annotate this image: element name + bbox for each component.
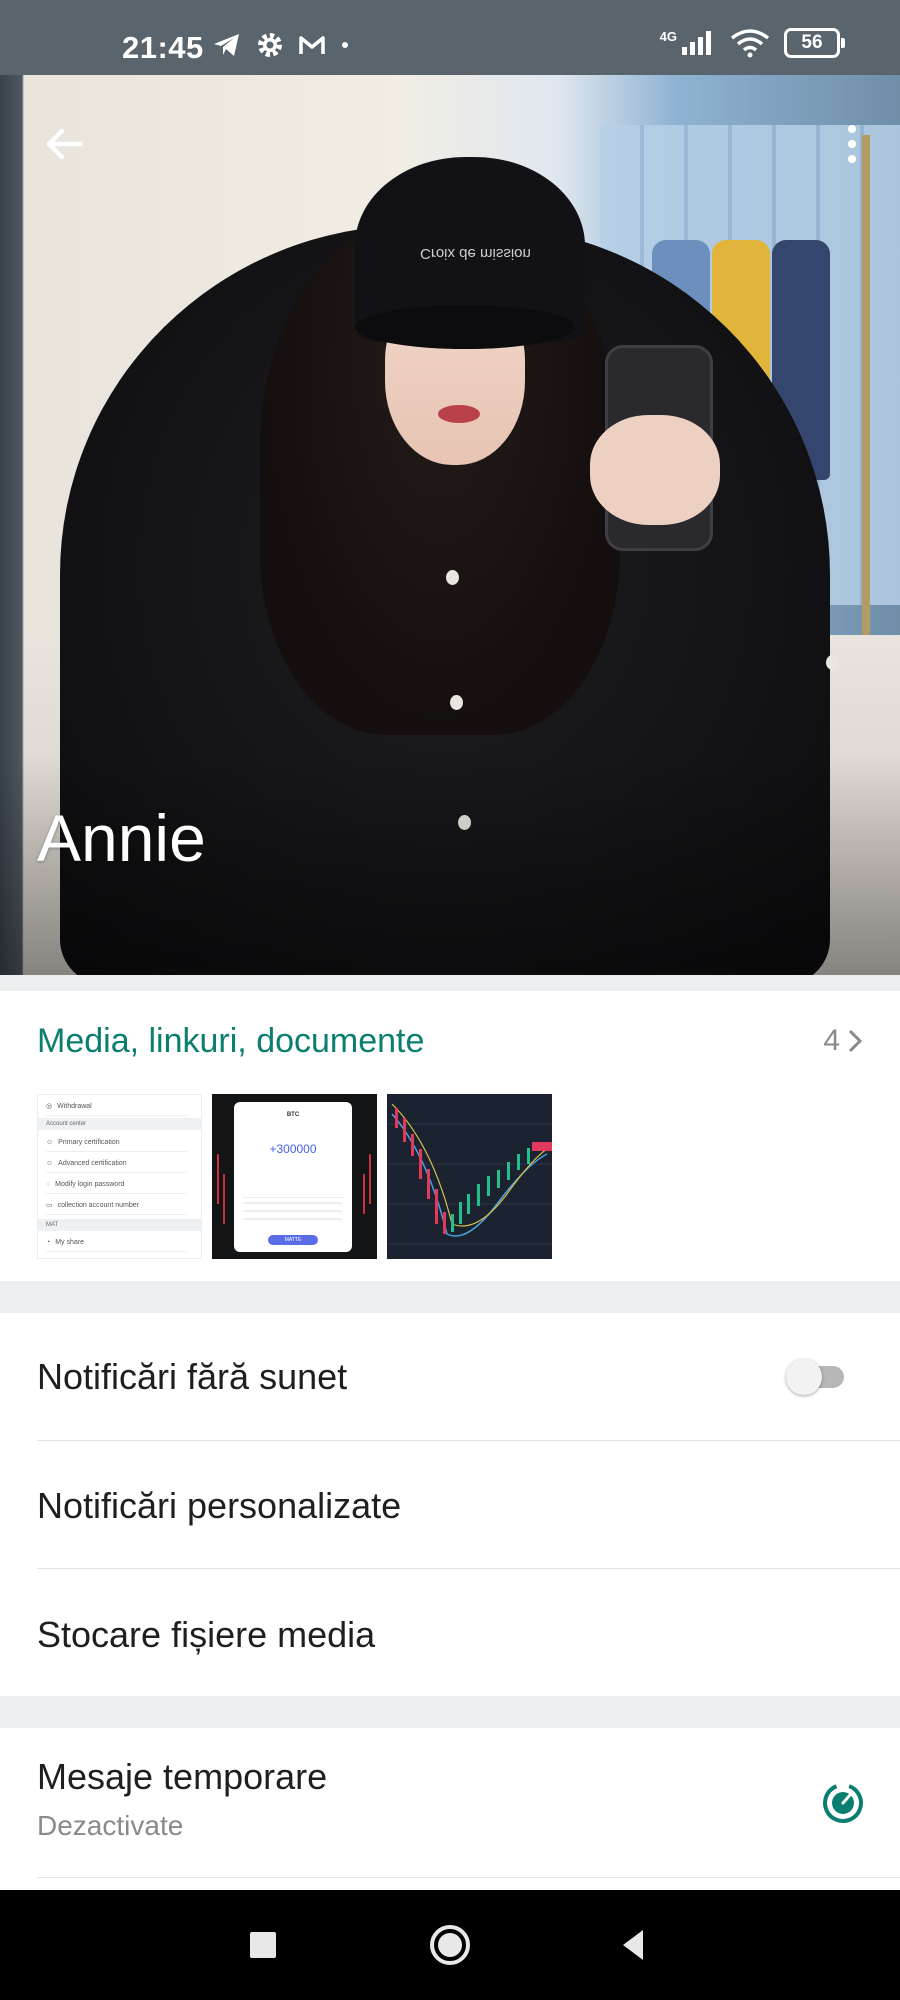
thumb-btc-button: MATTE <box>268 1235 318 1245</box>
back-icon[interactable] <box>610 1922 656 1968</box>
media-storage-label: Stocare fișiere media <box>37 1614 376 1655</box>
thumb-row-icon: ☺ <box>46 1138 54 1146</box>
network-type: 4G <box>659 29 677 44</box>
media-thumbnail[interactable] <box>387 1094 552 1259</box>
thumb-row: ▭ collection account number <box>46 1196 187 1215</box>
media-section-title[interactable]: Media, linkuri, documente <box>37 1022 424 1061</box>
section-separator <box>0 1696 900 1728</box>
custom-notifications-row[interactable]: Notificări personalizate <box>0 1441 900 1569</box>
media-thumbnail[interactable]: BTC +300000 MATTE <box>212 1094 377 1259</box>
thumb-candlestick-chart <box>387 1103 552 1245</box>
gear-icon <box>258 33 282 57</box>
thumb-row-icon: ☺ <box>46 1159 54 1167</box>
thumb-detail-line <box>244 1210 342 1212</box>
photo-button <box>826 655 839 670</box>
photo-button <box>450 695 463 710</box>
back-arrow-icon[interactable] <box>40 120 88 168</box>
status-notification-icons <box>212 31 350 59</box>
section-separator <box>0 975 900 991</box>
battery-icon: 56 <box>784 28 845 58</box>
photo-hand <box>590 415 720 525</box>
status-bar: 21:45 4G 56 <box>0 0 900 75</box>
media-storage-row[interactable]: Stocare fișiere media <box>0 1569 900 1697</box>
chevron-right-icon <box>848 1029 863 1053</box>
thumb-row: ◎ Withdrawal <box>46 1097 187 1116</box>
media-thumbnail[interactable]: ◎ Withdrawal Account center ☺ Primary cert… <box>37 1094 202 1259</box>
photo-cap-brim <box>355 305 575 349</box>
thumb-btc-label: BTC <box>286 1112 300 1118</box>
signal-icon: 4G <box>660 29 716 57</box>
thumb-row-label: collection account number <box>57 1201 139 1209</box>
notification-settings-list: Notificări fără sunet Notificări persona… <box>0 1313 900 1696</box>
status-system-icons: 4G 56 <box>660 28 845 58</box>
thumb-row: ☺ Advanced certification <box>46 1154 187 1173</box>
mute-notifications-toggle[interactable] <box>786 1359 846 1395</box>
thumb-btc-amount: +300000 <box>269 1142 317 1156</box>
battery-level: 56 <box>801 32 823 53</box>
thumb-row: ◌ Modify login password <box>46 1175 187 1194</box>
more-options-icon[interactable] <box>834 120 870 168</box>
section-separator <box>0 1281 900 1313</box>
media-links-docs-section[interactable]: Media, linkuri, documente 4 ◎ Withdrawal … <box>0 991 900 1281</box>
thumb-btc-card: BTC +300000 MATTE <box>234 1102 352 1252</box>
thumb-row: ◔ My share <box>46 1233 187 1252</box>
photo-lips <box>438 405 480 423</box>
toggle-knob <box>786 1359 822 1395</box>
system-navigation-bar <box>0 1890 900 2000</box>
thumb-row-icon: ◔ <box>46 1238 51 1246</box>
disappearing-messages-value: Dezactivate <box>37 1810 184 1841</box>
row-divider <box>37 1877 900 1878</box>
thumb-row-icon: ◌ <box>46 1180 51 1188</box>
thumb-divider <box>242 1197 344 1198</box>
telegram-icon <box>214 34 239 56</box>
gmail-icon <box>299 36 325 54</box>
thumb-row-label: My share <box>55 1238 85 1246</box>
status-time: 21:45 <box>122 30 204 65</box>
wifi-icon <box>730 29 770 58</box>
mute-notifications-row[interactable]: Notificări fără sunet <box>0 1313 900 1441</box>
thumb-row-label: Advanced certification <box>58 1159 127 1167</box>
disappearing-messages-title: Mesaje temporare <box>37 1756 328 1797</box>
thumb-row-label: Modify login password <box>55 1180 125 1188</box>
dot-icon <box>342 42 348 48</box>
media-count-value: 4 <box>823 1024 840 1057</box>
media-count[interactable]: 4 <box>823 1024 864 1058</box>
thumb-row: ☺ Primary certification <box>46 1133 187 1152</box>
contact-name: Annie <box>37 801 206 875</box>
thumb-detail-line <box>244 1218 342 1220</box>
mute-notifications-label: Notificări fără sunet <box>37 1356 348 1397</box>
thumb-row-label: Withdrawal <box>57 1102 92 1110</box>
thumb-row-icon: ◎ <box>46 1103 53 1110</box>
thumb-detail-line <box>244 1202 342 1204</box>
thumb-row-label: Primary certification <box>58 1138 120 1146</box>
recent-apps-icon[interactable] <box>240 1922 286 1968</box>
photo-button <box>446 570 459 585</box>
custom-notifications-label: Notificări personalizate <box>37 1485 402 1526</box>
thumb-section-header: MAT <box>38 1219 201 1231</box>
home-icon[interactable] <box>427 1922 473 1968</box>
disappearing-messages-row[interactable]: Mesaje temporare Dezactivate <box>0 1728 900 1878</box>
disappearing-timer-icon <box>823 1783 863 1823</box>
thumb-row-icon: ▭ <box>46 1202 53 1209</box>
thumb-section-header: Account center <box>38 1118 201 1130</box>
photo-cap-text: Croix de mission <box>420 245 531 262</box>
